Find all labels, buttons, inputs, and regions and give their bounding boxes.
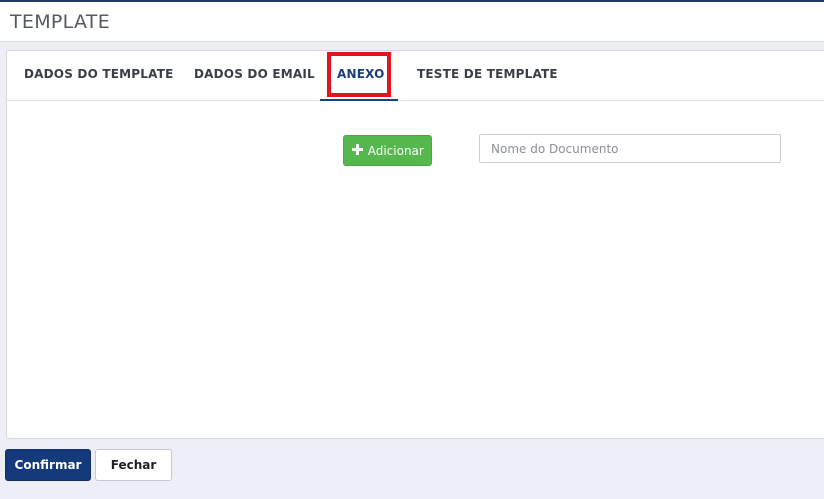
document-name-input[interactable] — [479, 134, 781, 163]
active-tab-indicator — [320, 99, 398, 101]
tab-dados-do-template[interactable]: DADOS DO TEMPLATE — [24, 67, 173, 81]
plus-icon: ✚ — [351, 140, 364, 159]
confirm-button[interactable]: Confirmar — [5, 449, 91, 481]
anexo-highlight-annotation — [327, 52, 391, 97]
add-attachment-label: Adicionar — [367, 143, 424, 158]
close-button[interactable]: Fechar — [95, 449, 172, 481]
tab-teste-de-template[interactable]: TESTE DE TEMPLATE — [417, 67, 558, 81]
tab-dados-do-email[interactable]: DADOS DO EMAIL — [194, 67, 315, 81]
add-attachment-button[interactable]: ✚ Adicionar — [343, 135, 432, 166]
page-header: TEMPLATE — [0, 2, 824, 42]
page-title: TEMPLATE — [10, 11, 111, 33]
tab-bar: DADOS DO TEMPLATE DADOS DO EMAIL ANEXO T… — [7, 51, 824, 101]
template-panel: DADOS DO TEMPLATE DADOS DO EMAIL ANEXO T… — [6, 50, 824, 439]
